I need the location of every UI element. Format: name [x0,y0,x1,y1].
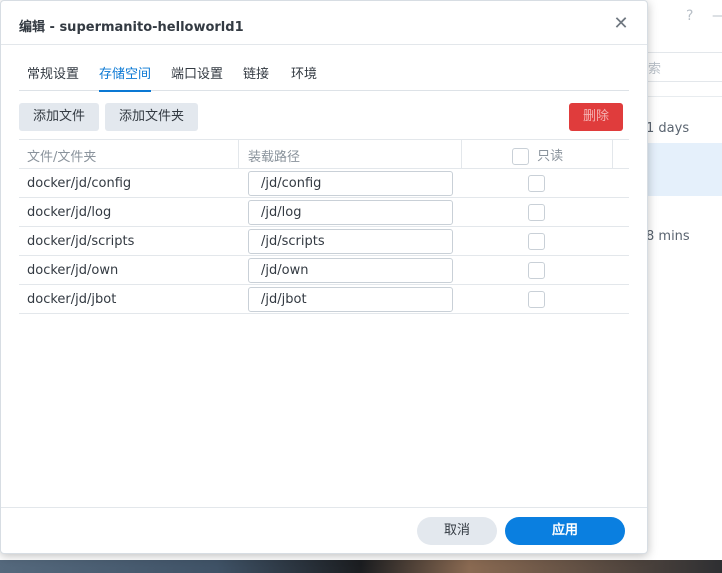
readonly-checkbox[interactable] [528,233,545,250]
table-row[interactable]: docker/jd/own /jd/own [19,256,629,285]
tab-environment[interactable]: 环境 [291,63,317,91]
background-row-time: 1 days [646,121,690,136]
title-divider [1,44,647,45]
table-row[interactable]: docker/jd/jbot /jd/jbot [19,285,629,314]
tab-links[interactable]: 链接 [243,63,269,91]
table-row[interactable]: docker/jd/scripts /jd/scripts [19,227,629,256]
table-header: 文件/文件夹 装载路径 只读 [19,139,629,169]
help-icon[interactable]: ? [686,8,693,24]
background-divider [640,96,722,97]
row-folder: docker/jd/jbot [27,292,117,307]
desktop-wallpaper [0,560,722,573]
header-folder[interactable]: 文件/文件夹 [27,146,96,165]
footer-divider [1,507,647,508]
delete-button[interactable]: 删除 [569,103,623,131]
readonly-checkbox[interactable] [528,291,545,308]
table-row[interactable]: docker/jd/config /jd/config [19,169,629,198]
background-row-time: 8 mins [646,229,690,244]
background-selected-row[interactable] [640,143,722,196]
apply-button[interactable]: 应用 [505,517,625,545]
tab-bar: 常规设置 存储空间 端口设置 链接 环境 [19,61,629,92]
header-readonly: 只读 [512,145,563,165]
edit-container-dialog: 编辑 - supermanito-helloworld1 ✕ 常规设置 存储空间… [0,0,648,554]
volume-table: 文件/文件夹 装载路径 只读 docker/jd/config /jd/conf… [19,139,629,314]
readonly-select-all-checkbox[interactable] [512,148,529,165]
add-folder-button[interactable]: 添加文件夹 [105,103,198,131]
column-separator [461,140,462,169]
table-row[interactable]: docker/jd/log /jd/log [19,198,629,227]
dialog-title: 编辑 - supermanito-helloworld1 [19,20,244,35]
mount-path-input[interactable]: /jd/config [248,171,453,196]
mount-path-input[interactable]: /jd/log [248,200,453,225]
readonly-checkbox[interactable] [528,204,545,221]
tab-storage[interactable]: 存储空间 [99,63,152,92]
row-folder: docker/jd/log [27,205,112,220]
mount-path-input[interactable]: /jd/jbot [248,287,453,312]
add-file-button[interactable]: 添加文件 [19,103,99,131]
mount-path-input[interactable]: /jd/own [248,258,453,283]
tab-ports[interactable]: 端口设置 [171,63,223,91]
tab-general[interactable]: 常规设置 [27,63,79,91]
minimize-icon[interactable]: — [712,8,722,24]
background-search-placeholder: 索 [648,62,662,77]
readonly-checkbox[interactable] [528,175,545,192]
header-readonly-label: 只读 [537,149,564,164]
mount-path-input[interactable]: /jd/scripts [248,229,453,254]
row-folder: docker/jd/scripts [27,234,135,249]
column-separator [238,140,239,169]
cancel-button[interactable]: 取消 [417,517,497,545]
column-separator [612,140,613,169]
header-mount-path[interactable]: 装载路径 [248,146,300,165]
row-folder: docker/jd/own [27,263,119,278]
row-folder: docker/jd/config [27,176,132,191]
close-icon[interactable]: ✕ [611,14,631,34]
readonly-checkbox[interactable] [528,262,545,279]
